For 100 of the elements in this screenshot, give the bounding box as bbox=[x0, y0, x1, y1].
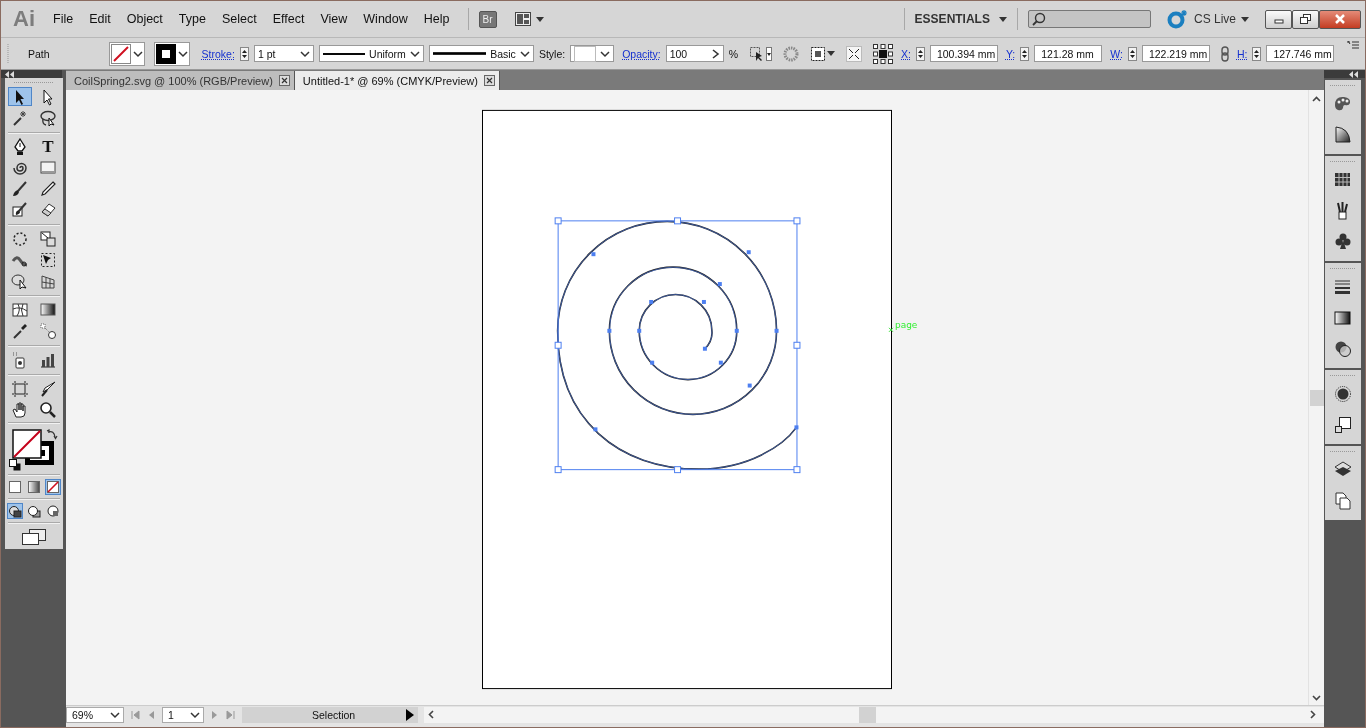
club-icon[interactable] bbox=[1333, 232, 1353, 252]
color-mode-button[interactable] bbox=[7, 479, 23, 495]
spinner-arrows-icon[interactable] bbox=[1252, 46, 1262, 61]
overlapping-circles-icon[interactable] bbox=[1333, 339, 1353, 359]
tool-button[interactable] bbox=[8, 87, 32, 106]
caret-icon[interactable] bbox=[1241, 16, 1249, 22]
filled-circle-icon[interactable] bbox=[1333, 384, 1353, 404]
arrange-documents-button[interactable] bbox=[514, 12, 544, 26]
caret-icon[interactable] bbox=[299, 49, 310, 58]
caret-icon[interactable] bbox=[998, 16, 1007, 22]
collapse-arrows-icon[interactable] bbox=[5, 70, 15, 78]
scroll-thumb[interactable] bbox=[859, 706, 876, 723]
caret-icon[interactable] bbox=[519, 49, 530, 58]
draw-mode-button[interactable] bbox=[26, 503, 42, 519]
spinner-arrows-icon[interactable] bbox=[239, 46, 249, 61]
stroke-swatch-dropdown[interactable] bbox=[153, 41, 190, 66]
stroke-profile-dropdown[interactable]: Uniform bbox=[318, 45, 424, 62]
grip-icon[interactable] bbox=[1330, 267, 1356, 270]
grip-icon[interactable] bbox=[1330, 374, 1356, 377]
coordinate-field[interactable]: 127.746 mm bbox=[1266, 45, 1335, 62]
coordinate-label[interactable]: W: bbox=[1110, 47, 1123, 60]
document-tab[interactable]: CoilSpring2.svg @ 100% (RGB/Preview) bbox=[66, 71, 295, 90]
search-field[interactable] bbox=[1027, 10, 1151, 28]
zoom-dropdown[interactable]: 69% bbox=[66, 706, 124, 723]
chevron-down-icon[interactable] bbox=[1312, 695, 1321, 701]
menu-item[interactable]: View bbox=[312, 12, 356, 26]
grip-icon[interactable] bbox=[1330, 160, 1356, 163]
menu-item[interactable]: Type bbox=[170, 12, 214, 26]
menu-item[interactable]: Effect bbox=[264, 12, 313, 26]
swap-arrows-icon[interactable] bbox=[46, 428, 58, 440]
menu-item[interactable]: Select bbox=[213, 12, 265, 26]
document-tab[interactable]: Untitled-1* @ 69% (CMYK/Preview) bbox=[294, 71, 500, 90]
coordinate-label[interactable]: X: bbox=[901, 47, 911, 60]
draw-mode-button[interactable] bbox=[7, 503, 23, 519]
grip-icon[interactable] bbox=[1330, 84, 1356, 87]
chevron-up-icon[interactable] bbox=[1312, 96, 1321, 102]
minimize-button[interactable] bbox=[1265, 9, 1292, 29]
caret-icon[interactable] bbox=[190, 710, 200, 719]
menu-item[interactable]: Edit bbox=[81, 12, 119, 26]
menu-item[interactable]: Window bbox=[355, 12, 416, 26]
caret-icon[interactable] bbox=[177, 49, 188, 58]
default-colors-icon[interactable] bbox=[9, 459, 21, 471]
reference-point-icon[interactable] bbox=[873, 43, 893, 64]
coordinate-field[interactable]: 122.219 mm bbox=[1141, 45, 1210, 62]
brush-dropdown[interactable]: Basic bbox=[428, 45, 534, 62]
grip-icon[interactable] bbox=[14, 81, 54, 84]
menu-item[interactable]: Object bbox=[118, 12, 171, 26]
horizontal-scrollbar[interactable] bbox=[424, 706, 1324, 723]
color-mode-button[interactable] bbox=[45, 479, 61, 495]
chain-link-icon[interactable] bbox=[1220, 45, 1229, 62]
coordinate-field[interactable]: 121.28 mm bbox=[1034, 45, 1103, 62]
tool-button[interactable]: T bbox=[36, 137, 60, 156]
quarter-circle-gradient-icon[interactable] bbox=[1333, 125, 1353, 145]
bounding-box[interactable] bbox=[554, 217, 801, 474]
menu-item[interactable]: Help bbox=[415, 12, 458, 26]
pages-icon[interactable] bbox=[1333, 491, 1353, 511]
panel-menu-icon[interactable] bbox=[1347, 41, 1359, 51]
caret-icon[interactable] bbox=[827, 51, 835, 56]
menu-item[interactable]: File bbox=[45, 12, 82, 26]
spinner-arrows-icon[interactable] bbox=[915, 46, 925, 61]
draw-mode-button[interactable] bbox=[45, 503, 61, 519]
gradient-rectangle-icon[interactable] bbox=[1333, 308, 1353, 328]
close-icon[interactable] bbox=[483, 75, 495, 86]
bridge-button[interactable]: Br bbox=[478, 10, 497, 28]
recolor-button[interactable] bbox=[749, 45, 772, 62]
stroke-link[interactable]: Stroke: bbox=[201, 47, 235, 60]
coordinate-label[interactable]: Y: bbox=[1005, 47, 1016, 60]
spinner-arrows-icon[interactable] bbox=[1127, 46, 1137, 61]
opacity-field[interactable]: 100 bbox=[665, 45, 724, 62]
caret-icon[interactable] bbox=[409, 49, 420, 58]
transform-icon[interactable] bbox=[846, 45, 862, 62]
chevron-right-icon[interactable] bbox=[711, 48, 720, 59]
cs-live-button[interactable]: CS Live bbox=[1166, 9, 1249, 29]
screen-mode-icon[interactable] bbox=[22, 529, 46, 545]
current-tool-menu[interactable]: Selection bbox=[242, 706, 418, 723]
close-icon[interactable] bbox=[278, 75, 290, 86]
color-mode-button[interactable] bbox=[26, 479, 42, 495]
fill-stroke-swatches-icon[interactable] bbox=[12, 429, 56, 467]
caret-icon[interactable] bbox=[600, 49, 611, 58]
restore-button[interactable] bbox=[1292, 9, 1319, 29]
coordinate-label[interactable]: H: bbox=[1236, 47, 1248, 60]
grip-icon[interactable] bbox=[1330, 450, 1356, 453]
collapse-arrows-icon[interactable] bbox=[1349, 70, 1359, 78]
caret-icon[interactable] bbox=[132, 49, 143, 58]
artboard-number-dropdown[interactable]: 1 bbox=[162, 706, 204, 723]
chevron-left-icon[interactable] bbox=[428, 710, 434, 719]
spinner-arrows-icon[interactable] bbox=[1020, 46, 1030, 61]
align-button[interactable] bbox=[810, 45, 835, 62]
stroke-lines-icon[interactable] bbox=[1333, 277, 1353, 297]
dotted-circle-icon[interactable] bbox=[783, 45, 799, 62]
caret-icon[interactable] bbox=[535, 16, 544, 22]
stacked-squares-icon[interactable] bbox=[1333, 415, 1353, 435]
scroll-thumb[interactable] bbox=[1310, 390, 1324, 406]
fill-swatch-dropdown[interactable] bbox=[108, 41, 145, 66]
caret-icon[interactable] bbox=[110, 710, 120, 719]
coordinate-field[interactable]: 100.394 mm bbox=[929, 45, 998, 62]
chevron-right-icon[interactable] bbox=[1310, 710, 1316, 719]
opacity-link[interactable]: Opacity: bbox=[622, 47, 661, 60]
close-button[interactable] bbox=[1319, 9, 1361, 29]
stroke-weight-field[interactable]: 1 pt bbox=[253, 45, 314, 62]
